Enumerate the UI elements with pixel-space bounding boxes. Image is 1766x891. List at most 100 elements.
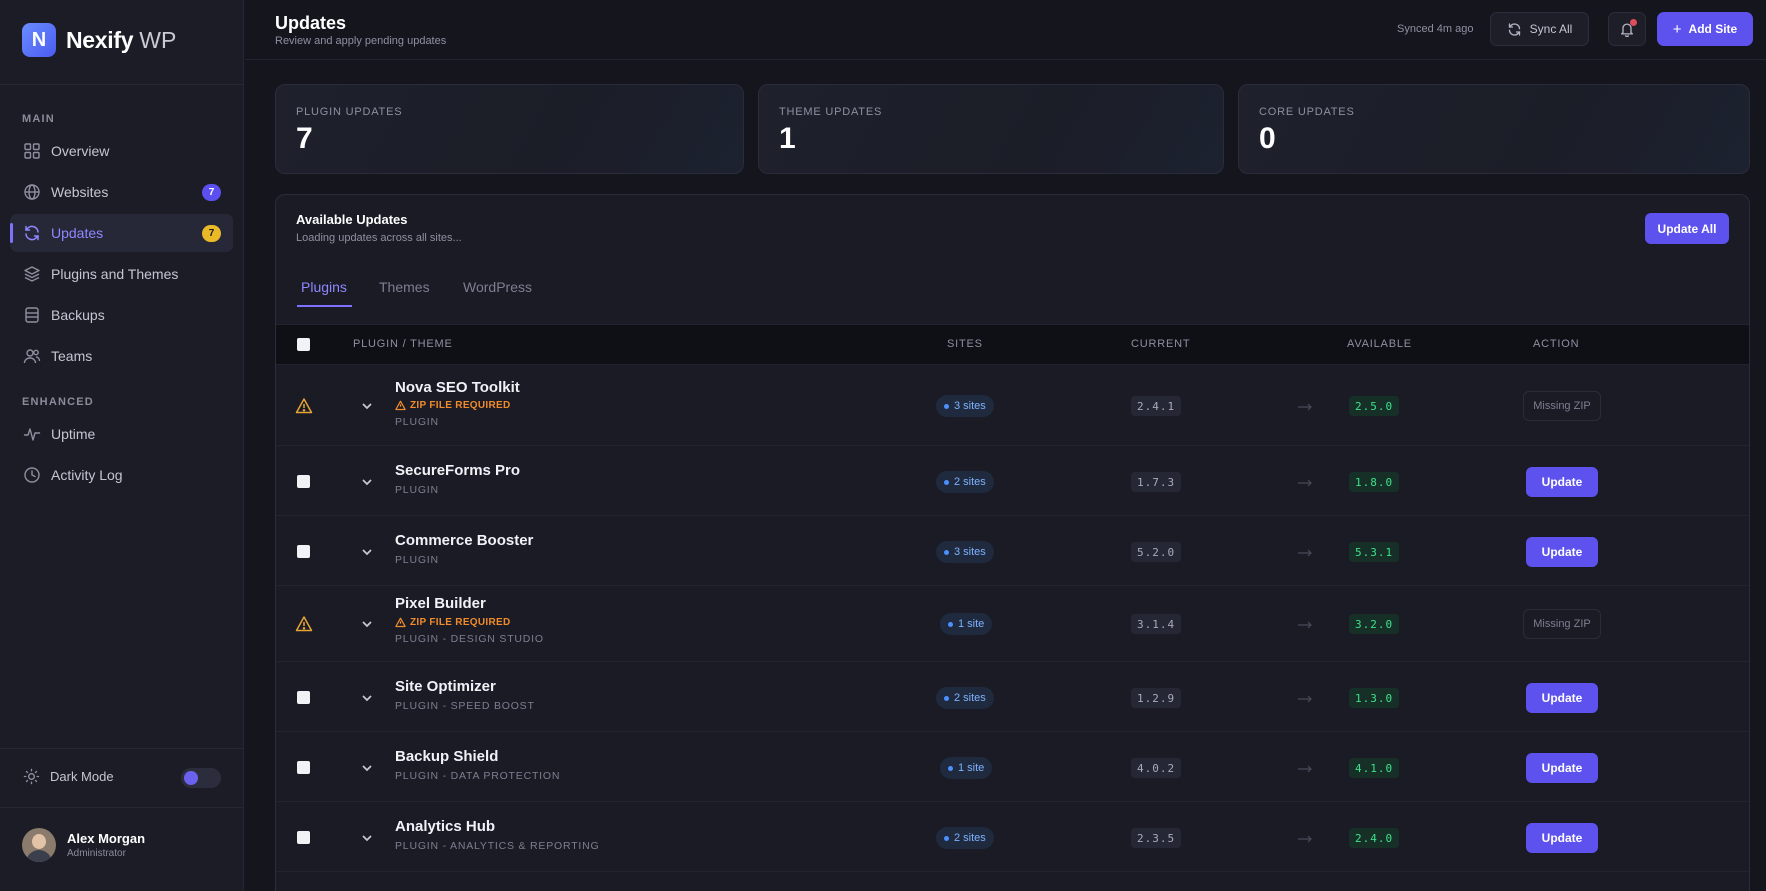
divider (0, 84, 244, 85)
update-button[interactable]: Update (1526, 683, 1598, 713)
brand-logo: N (22, 23, 56, 57)
status-dot (944, 695, 949, 701)
panel-subtitle: Loading updates across all sites... (296, 232, 462, 244)
row-checkbox[interactable] (297, 475, 310, 488)
status-dot (948, 765, 953, 771)
sidebar-item-overview[interactable]: Overview (10, 132, 233, 170)
sites-count-badge[interactable]: 2 sites (936, 687, 994, 709)
sites-count-badge[interactable]: 3 sites (936, 395, 994, 417)
available-version: 2.5.0 (1349, 396, 1400, 416)
arrow-right-icon (1297, 834, 1313, 844)
plugin-type: PLUGIN (395, 484, 439, 496)
table-row: Backup Shield PLUGIN - DATA PROTECTION 1… (276, 732, 1749, 802)
sites-count-badge[interactable]: 2 sites (936, 827, 994, 849)
sidebar-item-updates[interactable]: Updates 7 (10, 214, 233, 252)
table-row: Analytics Hub PLUGIN - ANALYTICS & REPOR… (276, 802, 1749, 872)
sites-count-badge[interactable]: 1 site (940, 613, 993, 635)
dark-mode-toggle[interactable] (181, 768, 221, 788)
update-button[interactable]: Update (1526, 467, 1598, 497)
active-tab-indicator (297, 305, 352, 307)
available-version: 5.3.1 (1349, 542, 1400, 562)
user-name: Alex Morgan (67, 831, 146, 846)
column-header-action: ACTION (1533, 338, 1580, 350)
dark-mode-label: Dark Mode (50, 769, 114, 784)
sites-count: 1 site (958, 618, 985, 630)
dark-mode-row: Dark Mode (23, 768, 114, 785)
nav-section-main: MAIN (22, 113, 55, 125)
chevron-down-icon[interactable] (360, 617, 374, 631)
sidebar-item-backups[interactable]: Backups (10, 296, 233, 334)
current-version: 4.0.2 (1131, 758, 1182, 778)
panel-title: Available Updates (296, 212, 408, 227)
missing-zip-button[interactable]: Missing ZIP (1523, 609, 1601, 639)
sites-count: 1 site (958, 762, 985, 774)
tab-themes[interactable]: Themes (379, 279, 430, 295)
sites-count-badge[interactable]: 3 sites (936, 541, 994, 563)
update-button[interactable]: Update (1526, 753, 1598, 783)
avatar-head (32, 834, 46, 849)
zip-required-label: ZIP FILE REQUIRED (410, 400, 511, 411)
current-version: 3.1.4 (1131, 614, 1182, 634)
chevron-down-icon[interactable] (360, 761, 374, 775)
row-checkbox[interactable] (297, 761, 310, 774)
page-subtitle: Review and apply pending updates (275, 35, 447, 47)
plugin-name: Site Optimizer (395, 678, 496, 695)
top-header: Updates Review and apply pending updates… (245, 0, 1766, 60)
globe-icon (23, 183, 41, 201)
update-button[interactable]: Update (1526, 537, 1598, 567)
chevron-down-icon[interactable] (360, 399, 374, 413)
sidebar-item-label: Backups (51, 307, 105, 323)
plugin-type: PLUGIN - DATA PROTECTION (395, 770, 561, 782)
clock-icon (23, 466, 41, 484)
row-checkbox[interactable] (297, 831, 310, 844)
sites-count: 2 sites (954, 832, 986, 844)
chevron-down-icon[interactable] (360, 475, 374, 489)
sites-count-badge[interactable]: 1 site (940, 757, 993, 779)
user-profile[interactable]: Alex Morgan Administrator (22, 828, 145, 862)
missing-zip-button[interactable]: Missing ZIP (1523, 391, 1601, 421)
users-icon (23, 347, 41, 365)
sites-count-badge[interactable]: 2 sites (936, 471, 994, 493)
stat-value: 1 (779, 122, 796, 155)
plugin-type: PLUGIN (395, 416, 439, 428)
available-version: 3.2.0 (1349, 614, 1400, 634)
chevron-down-icon[interactable] (360, 831, 374, 845)
plus-icon: + (1672, 20, 1682, 38)
brand[interactable]: N Nexify WP (22, 23, 176, 57)
current-version: 2.4.1 (1131, 396, 1182, 416)
stat-card-core-updates: CORE UPDATES 0 (1238, 84, 1750, 174)
sidebar-item-teams[interactable]: Teams (10, 337, 233, 375)
plugin-name: Nova SEO Toolkit (395, 379, 520, 396)
update-all-button[interactable]: Update All (1645, 213, 1729, 244)
zip-required-badge: ZIP FILE REQUIRED (395, 400, 510, 411)
sidebar-item-websites[interactable]: Websites 7 (10, 173, 233, 211)
stat-value: 0 (1259, 122, 1276, 155)
status-dot (944, 549, 949, 555)
plugin-type: PLUGIN - SPEED BOOST (395, 700, 535, 712)
arrow-right-icon (1297, 694, 1313, 704)
update-button[interactable]: Update (1526, 823, 1598, 853)
sidebar-item-uptime[interactable]: Uptime (10, 415, 233, 453)
row-checkbox[interactable] (297, 691, 310, 704)
notifications-button[interactable] (1608, 12, 1646, 46)
sync-all-label: Sync All (1529, 22, 1573, 36)
current-version: 2.3.5 (1131, 828, 1182, 848)
sidebar-item-activity-log[interactable]: Activity Log (10, 456, 233, 494)
available-version: 1.3.0 (1349, 688, 1400, 708)
plugin-type: PLUGIN - DESIGN STUDIO (395, 633, 544, 645)
zip-required-badge: ZIP FILE REQUIRED (395, 617, 510, 628)
plugin-name: Backup Shield (395, 748, 499, 765)
current-version: 1.2.9 (1131, 688, 1182, 708)
row-checkbox[interactable] (297, 545, 310, 558)
sync-all-button[interactable]: Sync All (1490, 12, 1589, 46)
sidebar-item-label: Overview (51, 143, 110, 159)
tab-plugins[interactable]: Plugins (301, 279, 347, 295)
chevron-down-icon[interactable] (360, 545, 374, 559)
chevron-down-icon[interactable] (360, 691, 374, 705)
pulse-icon (23, 425, 41, 443)
select-all-checkbox[interactable] (297, 338, 310, 351)
tab-wordpress[interactable]: WordPress (463, 279, 532, 295)
sites-count: 2 sites (954, 476, 986, 488)
sidebar-item-plugins-themes[interactable]: Plugins and Themes (10, 255, 233, 293)
add-site-button[interactable]: + Add Site (1657, 12, 1753, 46)
